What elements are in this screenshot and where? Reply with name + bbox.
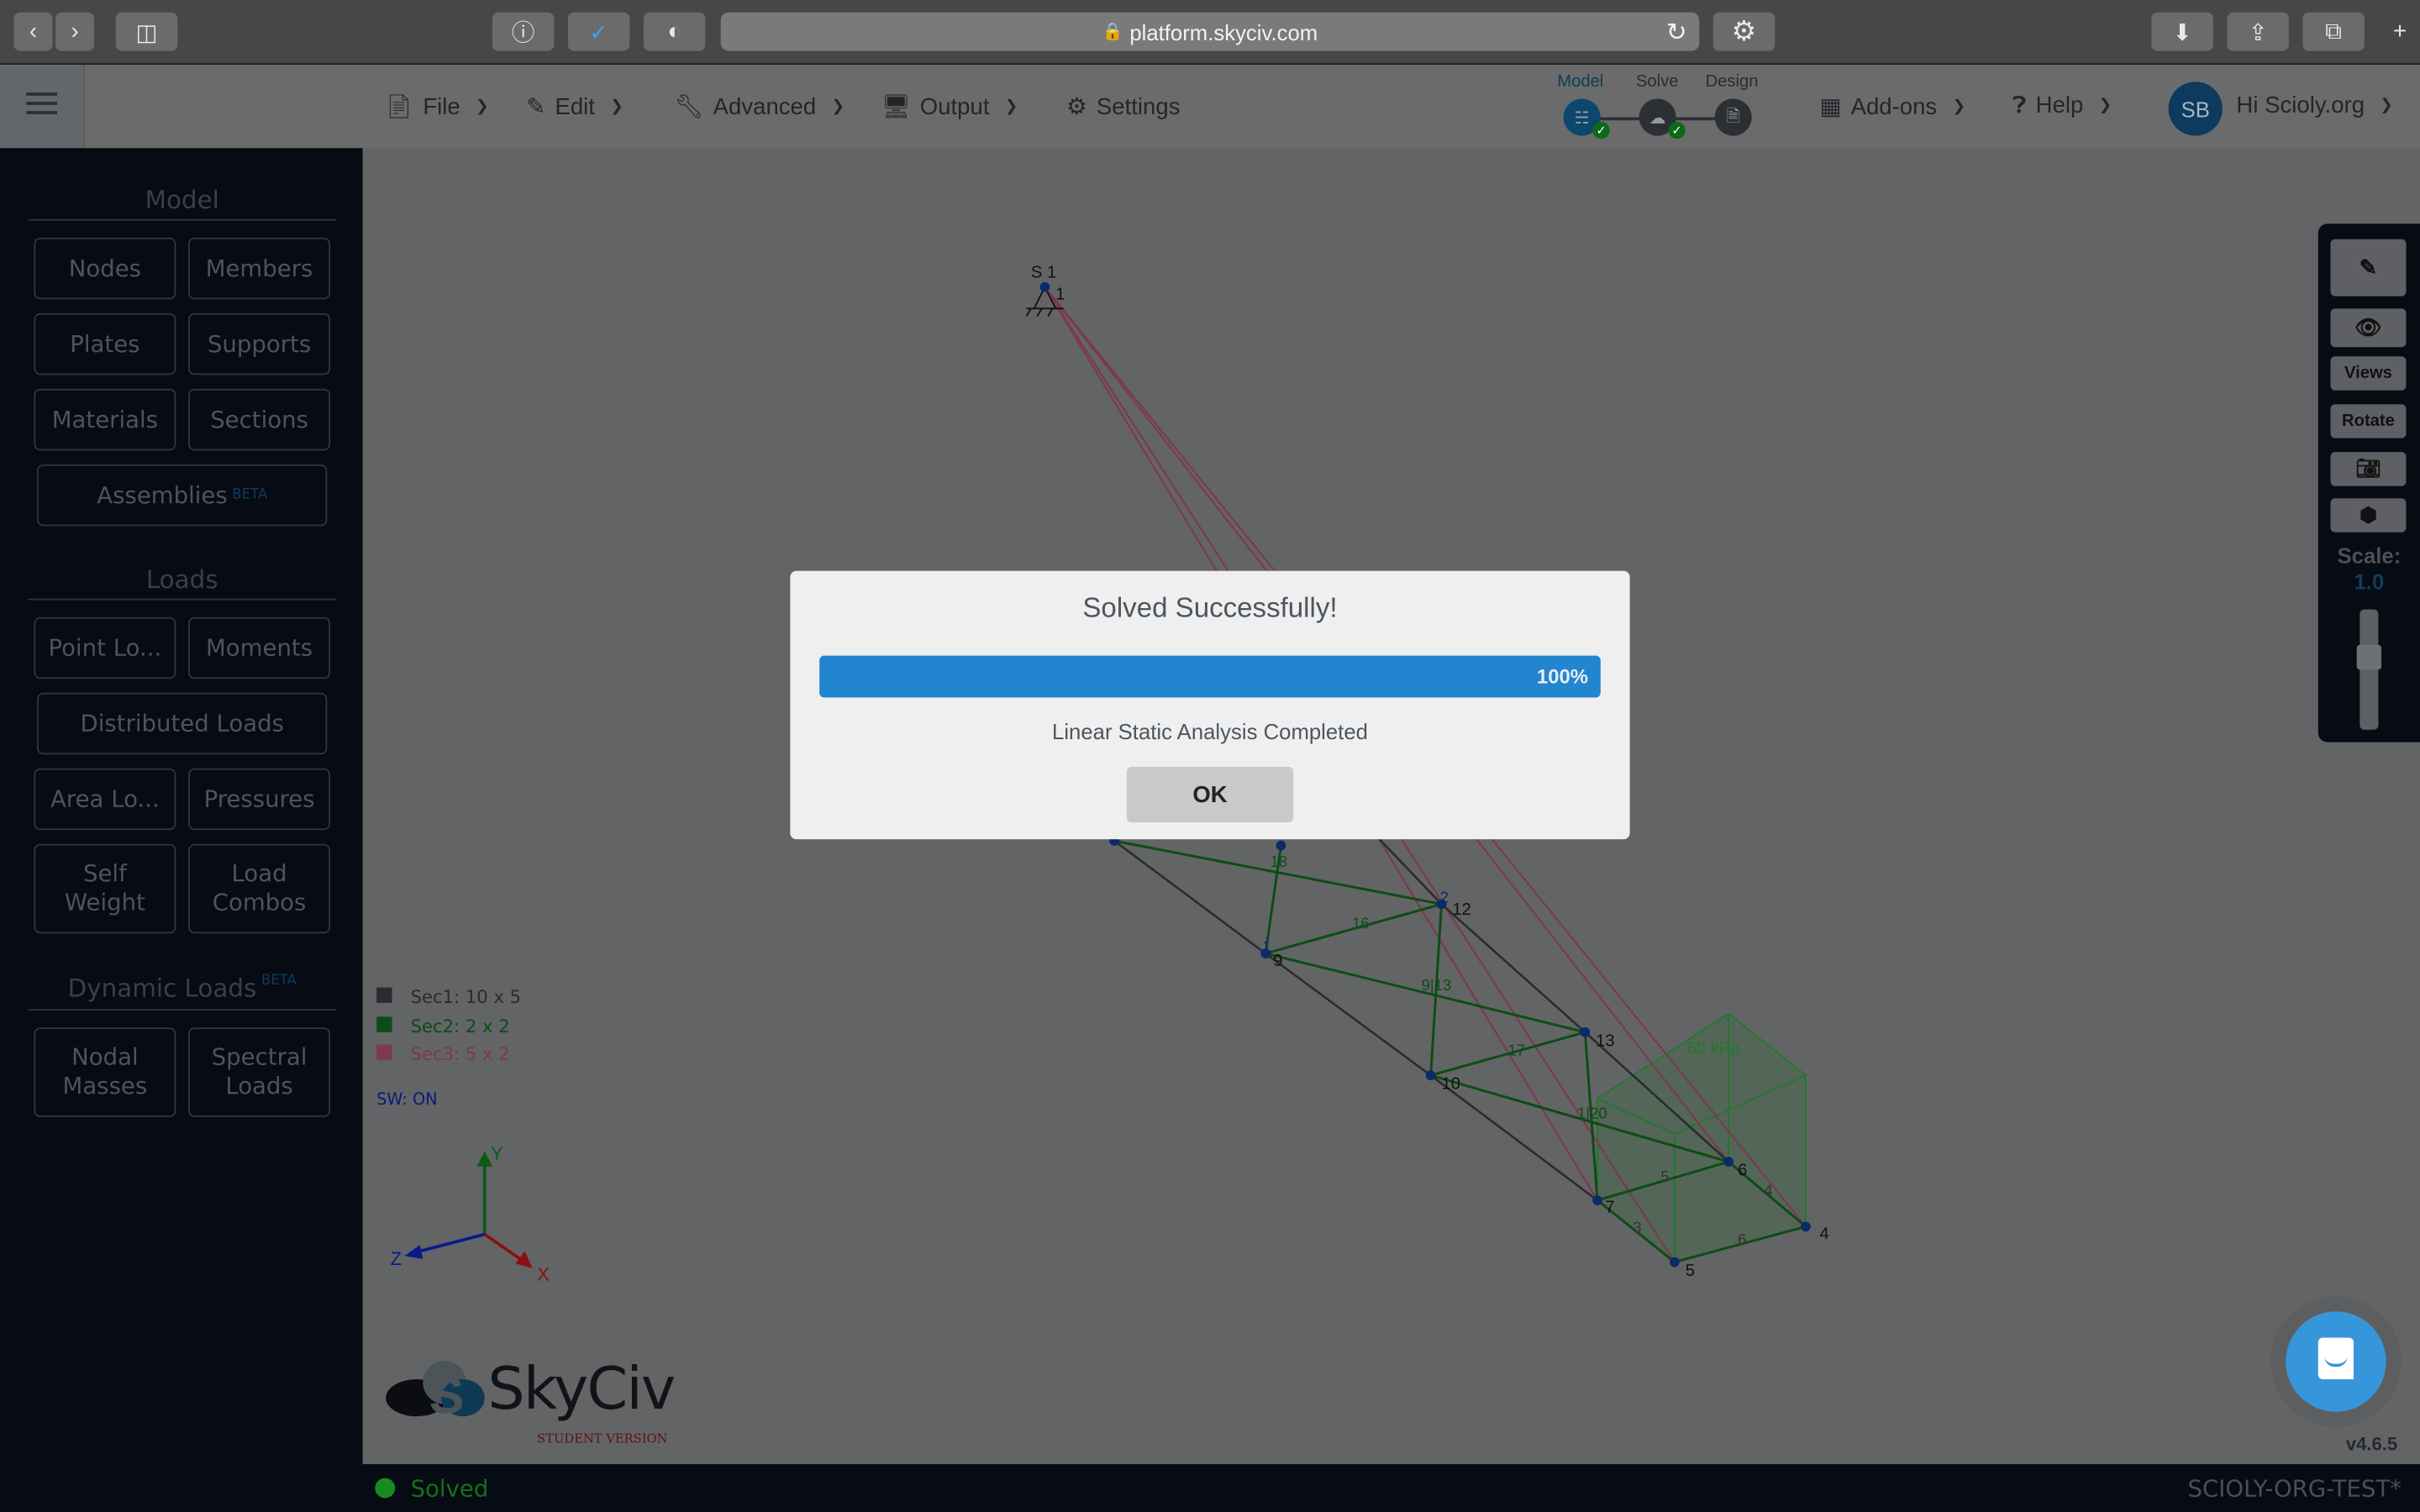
node	[1580, 1026, 1591, 1037]
member-label: 6	[1738, 1231, 1746, 1248]
views-button[interactable]: Views	[2330, 356, 2407, 391]
node	[1592, 1195, 1602, 1205]
eye-icon: 👁︎	[2354, 314, 2382, 340]
node	[1039, 281, 1050, 292]
view-tools-panel: ✎ 👁︎ Views Rotate 📷︎ ⬢ Scale: 1.0	[2317, 223, 2420, 743]
z-axis-label: Z	[391, 1248, 402, 1269]
x-axis-arrow	[515, 1251, 533, 1268]
y-axis-label: Y	[491, 1143, 503, 1164]
status-text: Solved	[410, 1474, 489, 1503]
pencil-icon: ✎	[2359, 255, 2378, 280]
member-label: 17	[1507, 1041, 1524, 1058]
node-label: 9	[1273, 952, 1282, 970]
skyciv-logo: S SkyCiv STUDENT VERSION	[383, 1355, 676, 1446]
node-label: 5	[1686, 1262, 1695, 1280]
progress-fill	[819, 655, 1601, 698]
edit-button[interactable]: ✎	[2330, 239, 2407, 297]
dialog-title: Solved Successfully!	[1082, 592, 1338, 624]
logo-text: SkyCiv	[487, 1354, 676, 1423]
legend-label: Sec3: 5 x 2	[410, 1042, 510, 1065]
status-bar: Solved SCIOLY-ORG-TEST*	[0, 1464, 2420, 1512]
scale-label: Scale:	[2337, 543, 2402, 568]
3d-view-button[interactable]: ⬢	[2330, 498, 2407, 533]
self-weight-indicator: SW: ON	[376, 1089, 438, 1109]
legend-label: Sec1: 10 x 5	[410, 985, 522, 1008]
cube-icon: ⬢	[2360, 502, 2377, 527]
node	[1723, 1157, 1734, 1167]
version-label: v4.6.5	[2345, 1433, 2398, 1456]
x-axis	[483, 1232, 526, 1263]
node-label: 4	[1820, 1225, 1829, 1243]
legend-label: Sec2: 2 x 2	[410, 1014, 510, 1037]
node-label: 1	[1055, 285, 1065, 303]
legend-item: Sec3: 5 x 2	[376, 1040, 521, 1068]
screenshot-button[interactable]: 📷︎	[2330, 452, 2407, 486]
cloud-logo-icon: S	[386, 1361, 485, 1425]
node-label: 10	[1442, 1075, 1460, 1094]
progress-label: 100%	[1536, 664, 1589, 689]
node-label: 7	[1605, 1199, 1614, 1217]
legend-swatch	[376, 1016, 392, 1032]
svg-text:S: S	[429, 1366, 465, 1424]
rotate-button[interactable]: Rotate	[2330, 404, 2407, 438]
legend-item: Sec1: 10 x 5	[376, 983, 521, 1011]
solve-dialog: Solved Successfully! 100% Linear Static …	[790, 570, 1630, 840]
scale-slider[interactable]	[2356, 609, 2382, 730]
legend-swatch	[376, 1044, 392, 1060]
project-name: SCIOLY-ORG-TEST*	[2187, 1474, 2402, 1503]
section-legend: Sec1: 10 x 5 Sec2: 2 x 2 Sec3: 5 x 2 SW:…	[376, 983, 521, 1114]
member-label: 1	[1262, 937, 1270, 955]
student-version-label: STUDENT VERSION	[537, 1431, 668, 1446]
node-label: 6	[1738, 1162, 1747, 1180]
chat-button[interactable]	[2286, 1311, 2386, 1412]
z-axis-arrow	[404, 1245, 424, 1259]
node-label: 13	[1596, 1032, 1614, 1050]
member-label: 2	[1440, 888, 1449, 906]
member-label: 3	[1633, 1219, 1641, 1236]
ok-button[interactable]: OK	[1126, 766, 1294, 822]
support-label: S 1	[1031, 264, 1056, 282]
z-axis	[413, 1232, 486, 1255]
progress-bar: 100%	[819, 655, 1601, 698]
member-label: 4	[1764, 1181, 1772, 1199]
node	[1425, 1070, 1436, 1081]
node	[1669, 1257, 1680, 1268]
visibility-button[interactable]: 👁︎	[2330, 308, 2407, 348]
status-dot-icon	[375, 1478, 396, 1499]
scale-slider-thumb[interactable]	[2356, 644, 2382, 669]
member-label: 9|13	[1422, 976, 1451, 994]
member-sec1	[1265, 953, 1432, 1077]
legend-swatch	[376, 987, 392, 1003]
scale-value: 1.0	[2354, 569, 2385, 595]
dialog-message: Linear Static Analysis Completed	[1052, 718, 1368, 744]
pressure-label: 60 kPa	[1687, 1039, 1741, 1058]
chat-icon	[2317, 1337, 2354, 1380]
x-axis-label: X	[537, 1263, 550, 1284]
member-sec1	[1429, 1074, 1598, 1202]
app: ‹ › ◫ ⓘ ✓ ◐ 🔒 platform.skyciv.com ↻ ⚙ ⬇ …	[0, 0, 2420, 1512]
member-label: 18	[1270, 853, 1287, 870]
legend-item: Sec2: 2 x 2	[376, 1011, 521, 1040]
member-sec2	[1113, 839, 1442, 906]
member-label: 5	[1660, 1168, 1669, 1185]
node	[1801, 1221, 1811, 1232]
camera-icon: 📷︎	[2355, 456, 2381, 480]
member-sec1	[1113, 839, 1266, 955]
node	[1276, 840, 1286, 851]
member-label: 16	[1352, 915, 1369, 932]
member-label: 1|20	[1577, 1105, 1607, 1122]
node-label: 12	[1452, 900, 1470, 919]
